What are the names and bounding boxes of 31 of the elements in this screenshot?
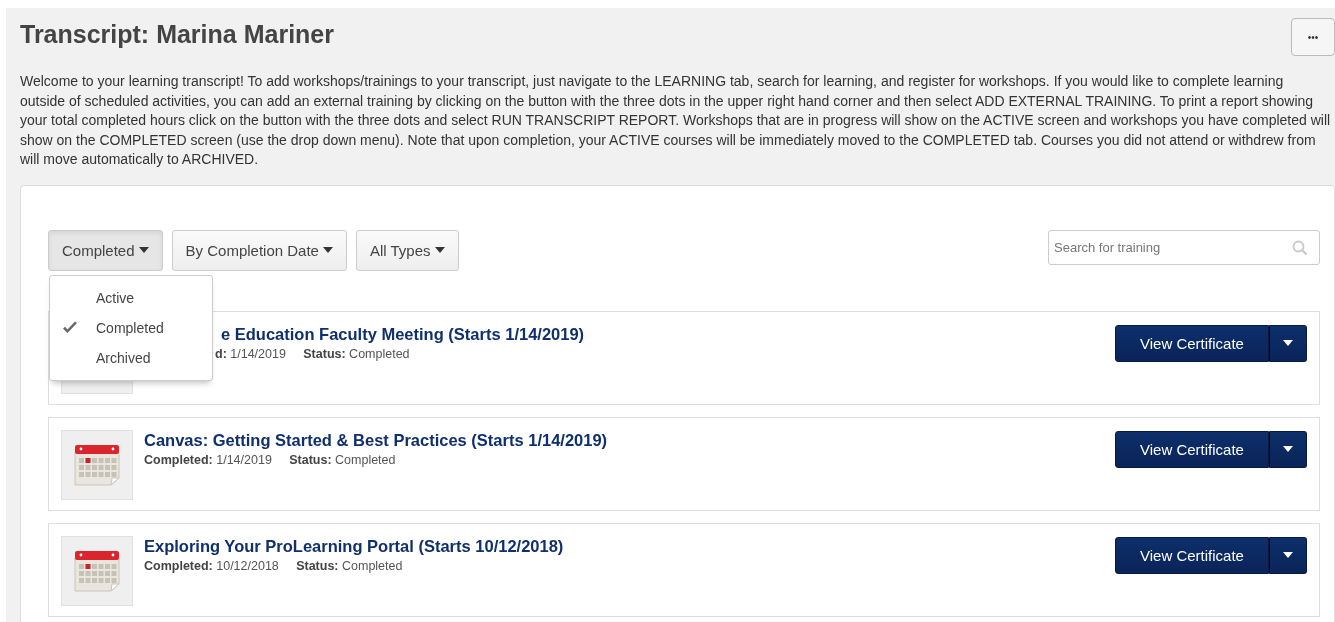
training-meta: Completed: 1/14/2019 Status: Completed xyxy=(144,452,397,467)
more-button[interactable]: ••• xyxy=(1291,18,1335,56)
menu-item[interactable]: Archived xyxy=(50,342,212,373)
page-title: Transcript: Marina Mariner xyxy=(20,20,334,49)
search-field[interactable]: Search for training xyxy=(1048,229,1320,265)
training-meta: d: 1/14/2019 Status: Completed xyxy=(215,346,411,361)
view-certificate-button[interactable]: View Certificate xyxy=(1115,324,1269,362)
calendar-icon xyxy=(74,549,120,592)
more-options-button[interactable] xyxy=(1269,430,1307,468)
caret-icon xyxy=(322,247,333,253)
intro-paragraph: Welcome to your learning transcript! To add workshops/trainings to your transcript, just navigate to the LEARNING tab, search for learning, and register for workshops. If you would like to complete learning outside of scheduled activities, you can add an external training by clicking on the button with the three dots in the upper right hand corner and then select ADD EXTERNAL TRAINING. To print a report showing your total completed hours click on the button with the three dots and select RUN TRANSCRIPT REPORT. Workshops that are in progress will show on the ACTIVE screen and workshops you have completed will show on the COMPLETED screen (use the drop down menu). Note that upon completion, your ACTIVE courses will be immediately moved to the COMPLETED tab. Courses you did not attend or withdrew from will move automatically to ARCHIVED. xyxy=(20,72,1332,169)
search-icon xyxy=(1292,239,1308,256)
view-certificate-button[interactable]: View Certificate xyxy=(1115,430,1269,468)
caret-icon xyxy=(138,247,149,253)
caret-icon xyxy=(1283,446,1293,452)
caret-icon xyxy=(1283,552,1293,558)
more-options-button[interactable] xyxy=(1269,536,1307,574)
training-title-link[interactable]: Exploring Your ProLearning Portal (Starts 10/12/2018) xyxy=(144,536,1115,556)
caret-icon xyxy=(434,247,445,253)
calendar-icon xyxy=(74,443,120,486)
menu-item[interactable]: Active xyxy=(50,282,212,313)
training-meta: Completed: 10/12/2018 Status: Completed xyxy=(144,558,404,573)
filter-dropdown[interactable]: All Types xyxy=(355,229,459,271)
training-title-link[interactable]: e Education Faculty Meeting (Starts 1/14/2019) xyxy=(221,324,1115,344)
caret-icon xyxy=(1283,340,1293,346)
view-certificate-button[interactable]: View Certificate xyxy=(1115,536,1269,574)
training-title-link[interactable]: Canvas: Getting Started & Best Practices (Starts 1/14/2019) xyxy=(144,430,1115,450)
more-options-button[interactable] xyxy=(1269,324,1307,362)
menu-item[interactable]: Completed xyxy=(50,312,212,343)
filter-dropdown[interactable]: Completed xyxy=(48,229,163,271)
filter-dropdown[interactable]: By Completion Date xyxy=(171,229,347,271)
